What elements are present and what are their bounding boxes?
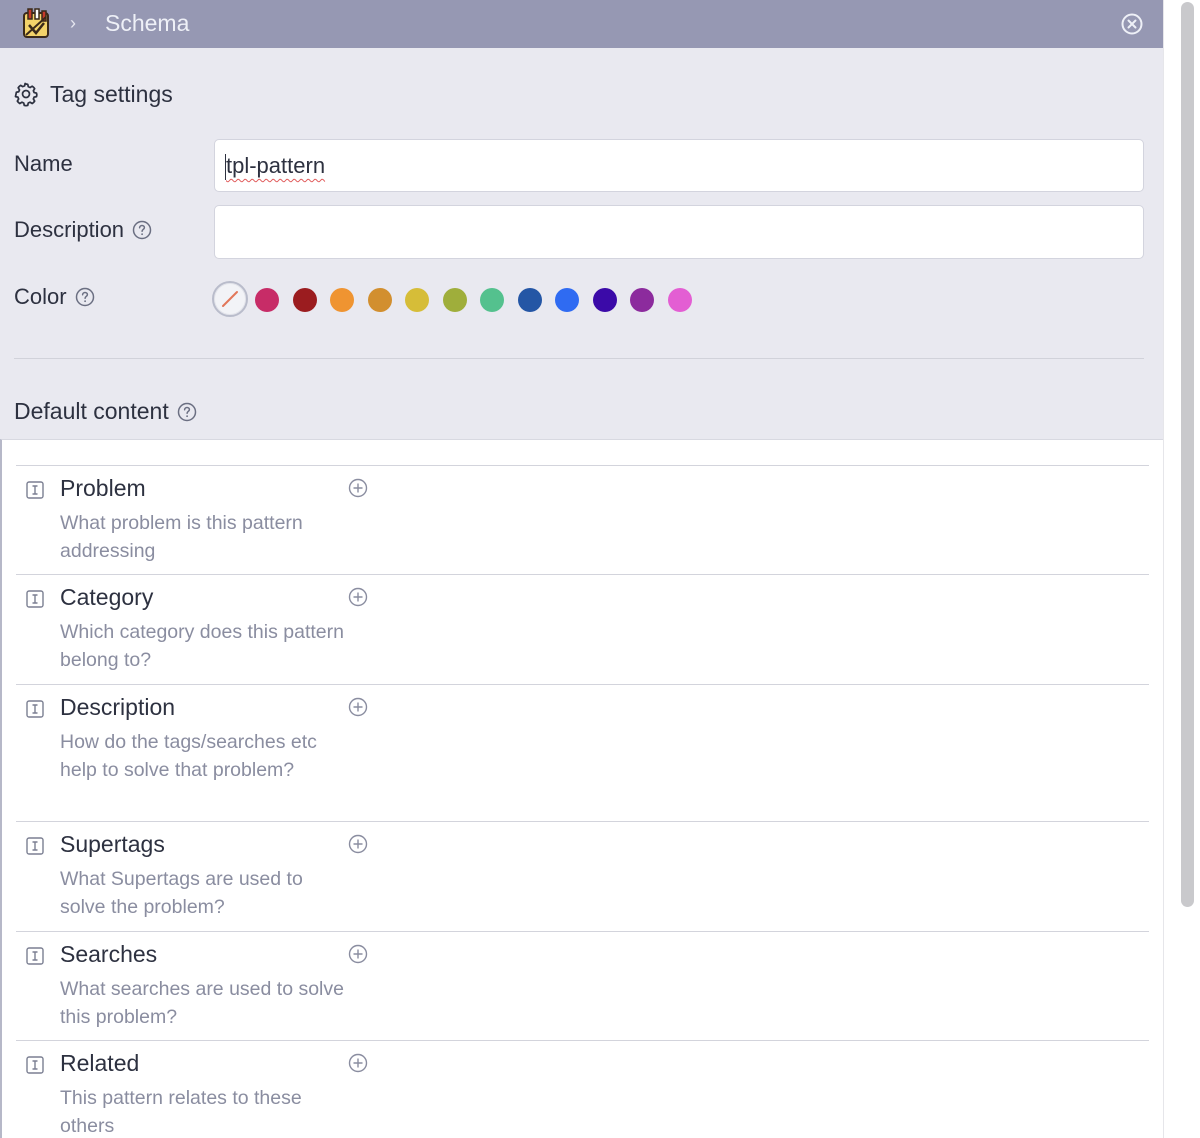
default-content-label: Default content	[14, 398, 169, 424]
description-label: Description	[14, 217, 152, 243]
page-title: Tag settings	[50, 80, 173, 107]
question-circle-icon[interactable]	[75, 287, 95, 307]
field-title: Searches	[60, 941, 158, 967]
text-field-icon	[26, 947, 44, 965]
color-swatch[interactable]	[517, 288, 542, 312]
description-label-text: Description	[14, 217, 125, 242]
list-item[interactable]: Supertags What Supertags are used to sol…	[16, 821, 1149, 918]
title-bar: › Schema	[0, 0, 1163, 48]
field-title: Category	[60, 584, 154, 610]
breadcrumb-separator: ›	[70, 13, 76, 33]
name-label-text: Name	[14, 151, 73, 176]
question-circle-icon[interactable]	[177, 402, 197, 422]
plus-circle-icon[interactable]	[348, 697, 368, 717]
field-description: What searches are used to solve this pro…	[60, 978, 344, 1028]
color-swatch[interactable]	[442, 288, 467, 312]
name-value: tpl-pattern	[226, 153, 326, 178]
field-title: Problem	[60, 475, 146, 501]
color-swatch[interactable]	[367, 288, 392, 312]
question-circle-icon[interactable]	[132, 220, 152, 240]
text-field-icon	[26, 481, 44, 499]
panel-heading: Tag settings	[13, 78, 173, 110]
field-description: Which category does this pattern belong …	[60, 621, 344, 671]
text-field-icon	[26, 837, 44, 855]
plus-circle-icon[interactable]	[348, 944, 368, 964]
gear-icon	[14, 82, 38, 107]
divider	[14, 358, 1144, 359]
list-item[interactable]: Category Which category does this patter…	[16, 574, 1149, 671]
text-field-icon	[26, 700, 44, 718]
plus-circle-icon[interactable]	[348, 834, 368, 854]
color-label: Color	[14, 284, 95, 310]
list-item[interactable]: Problem What problem is this pattern add…	[16, 465, 1149, 562]
tag-settings-panel: › Schema Tag settings Name tpl-pattern D…	[0, 0, 1163, 1138]
color-swatch[interactable]	[330, 288, 354, 312]
color-swatch[interactable]	[405, 288, 429, 312]
app-logo-icon[interactable]	[20, 7, 52, 41]
description-field[interactable]	[214, 205, 1144, 259]
color-swatch[interactable]	[592, 288, 617, 312]
name-label: Name	[14, 151, 73, 177]
list-item[interactable]: Description How do the tags/searches etc…	[16, 684, 1149, 781]
field-title: Supertags	[60, 831, 165, 857]
field-title: Related	[60, 1050, 140, 1076]
breadcrumb-title[interactable]: Schema	[105, 10, 189, 37]
text-field-icon	[26, 590, 44, 608]
color-swatch[interactable]	[630, 288, 654, 312]
text-field-icon	[26, 1056, 44, 1074]
plus-circle-icon[interactable]	[348, 1053, 368, 1073]
color-swatch[interactable]	[255, 288, 279, 312]
scrollbar-thumb[interactable]	[1181, 2, 1194, 907]
color-swatch[interactable]	[480, 288, 504, 312]
plus-circle-icon[interactable]	[348, 587, 368, 607]
name-field[interactable]: tpl-pattern	[214, 139, 1144, 192]
color-swatch[interactable]	[667, 288, 692, 312]
color-label-text: Color	[14, 284, 67, 309]
plus-circle-icon[interactable]	[348, 478, 368, 498]
field-description: How do the tags/searches etc help to sol…	[60, 731, 317, 781]
default-content-list: Problem What problem is this pattern add…	[0, 439, 1163, 1138]
list-item[interactable]: Searches What searches are used to solve…	[16, 931, 1149, 1028]
field-description: What problem is this pattern addressing	[60, 512, 303, 562]
field-description: This pattern relates to these others	[60, 1087, 302, 1137]
no-color-icon	[222, 291, 238, 307]
list-item[interactable]: Related This pattern relates to these ot…	[16, 1040, 1149, 1137]
color-swatch[interactable]	[292, 288, 317, 312]
default-content-heading: Default content	[14, 398, 197, 425]
field-title: Description	[60, 694, 176, 720]
close-circle-icon[interactable]	[1120, 12, 1144, 36]
field-description: What Supertags are used to solve the pro…	[60, 868, 303, 918]
color-swatch[interactable]	[555, 288, 579, 312]
no-color-swatch[interactable]	[212, 281, 248, 317]
